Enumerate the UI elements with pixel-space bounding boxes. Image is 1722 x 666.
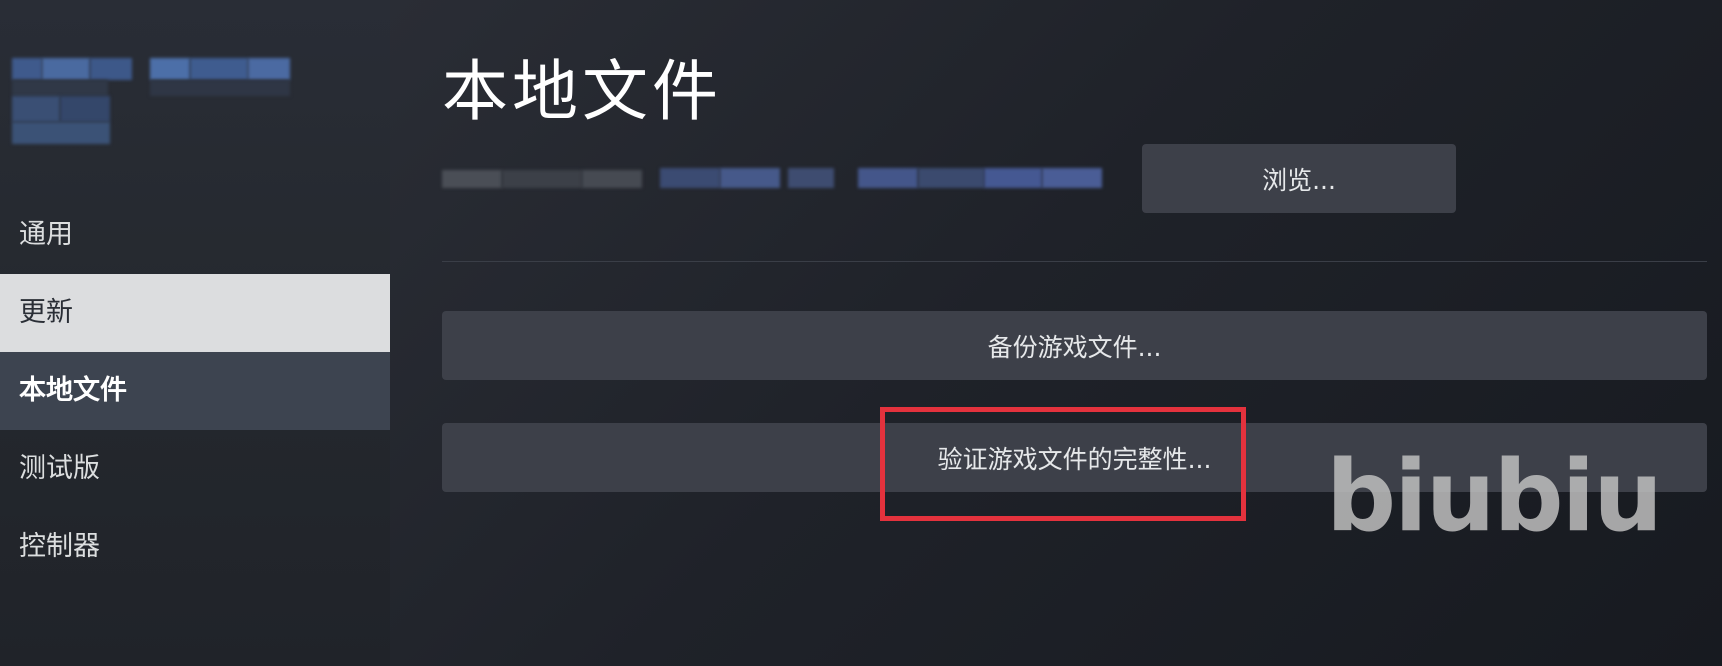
divider <box>442 261 1707 262</box>
nav-item-local-files[interactable]: 本地文件 <box>0 352 390 430</box>
browse-button[interactable]: 浏览... <box>1142 144 1456 213</box>
main-panel: 本地文件 浏览... 备份游戏文件... 验证游戏文件的完整性... biubi… <box>390 0 1722 666</box>
settings-nav: 通用 更新 本地文件 测试版 控制器 <box>0 196 390 586</box>
backup-game-files-button[interactable]: 备份游戏文件... <box>442 311 1707 380</box>
game-name-obscured <box>12 58 290 148</box>
nav-item-updates[interactable]: 更新 <box>0 274 390 352</box>
watermark: biubiu <box>1326 440 1663 554</box>
install-path-obscured <box>442 166 1122 194</box>
nav-item-betas[interactable]: 测试版 <box>0 430 390 508</box>
page-title: 本地文件 <box>442 53 722 130</box>
nav-item-controller[interactable]: 控制器 <box>0 508 390 586</box>
sidebar: 通用 更新 本地文件 测试版 控制器 <box>0 0 390 666</box>
nav-item-general[interactable]: 通用 <box>0 196 390 274</box>
